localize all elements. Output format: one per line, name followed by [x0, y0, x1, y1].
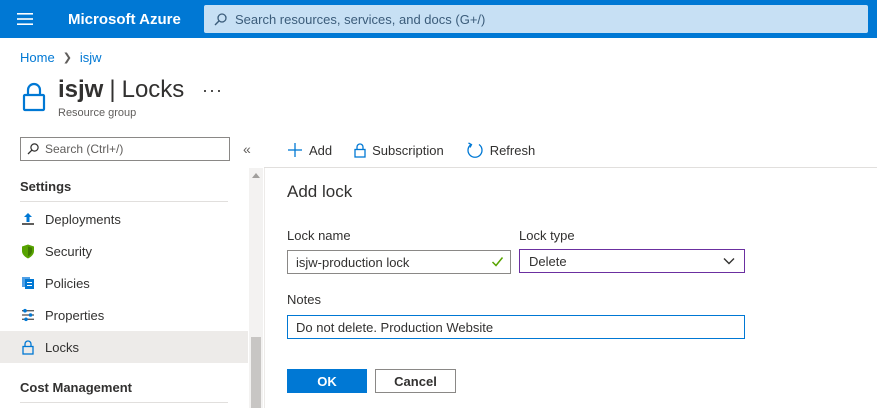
add-button[interactable]: Add: [283, 140, 336, 160]
lock-type-select[interactable]: Delete: [519, 249, 745, 273]
brand-title[interactable]: Microsoft Azure: [68, 11, 204, 28]
lock-icon: [22, 82, 46, 112]
shield-icon: [20, 243, 36, 259]
sidebar-search[interactable]: [20, 137, 230, 161]
breadcrumb: Home ❯ isjw: [20, 50, 102, 65]
add-lock-panel: Add lock Lock name Lock type Delete Note…: [264, 168, 877, 408]
sidebar-item-label: Deployments: [45, 211, 121, 227]
chevron-down-icon: [723, 258, 735, 265]
notes-label: Notes: [287, 292, 321, 307]
add-lock-title: Add lock: [287, 182, 353, 201]
lock-icon: [20, 339, 36, 355]
lock-icon: [354, 142, 366, 158]
section-divider: [20, 201, 228, 202]
refresh-icon: [466, 141, 484, 159]
notes-input[interactable]: [296, 319, 744, 335]
sidebar-item-label: Locks: [45, 339, 79, 355]
page-name: Locks: [121, 76, 185, 103]
lock-name-label: Lock name: [287, 228, 351, 243]
scroll-up-arrow-icon[interactable]: [252, 173, 260, 178]
more-options-button[interactable]: ···: [202, 80, 223, 101]
notes-field[interactable]: [287, 315, 745, 339]
breadcrumb-resource[interactable]: isjw: [80, 50, 102, 65]
search-icon: [214, 12, 227, 25]
section-divider: [20, 402, 228, 403]
section-cost-management: Cost Management: [20, 380, 132, 395]
lock-type-label: Lock type: [519, 228, 575, 243]
command-bar: Add Subscription Refresh: [283, 136, 553, 164]
sidebar-scrollbar-thumb[interactable]: [251, 337, 261, 408]
refresh-button[interactable]: Refresh: [462, 139, 540, 161]
deployments-icon: [20, 211, 36, 227]
sidebar-item-label: Security: [45, 243, 92, 259]
sidebar-item-label: Policies: [45, 275, 90, 291]
checkmark-icon: [491, 257, 504, 267]
refresh-button-label: Refresh: [489, 142, 536, 158]
title-separator: |: [109, 76, 116, 103]
chevron-right-icon: ❯: [62, 52, 72, 64]
section-settings: Settings: [20, 179, 72, 194]
cancel-button[interactable]: Cancel: [375, 369, 456, 393]
collapse-sidebar-button[interactable]: «: [243, 141, 251, 157]
lock-name-field[interactable]: [287, 250, 511, 274]
resource-name: isjw: [58, 76, 104, 103]
properties-icon: [20, 307, 36, 323]
sidebar-item-properties[interactable]: Properties: [0, 299, 248, 331]
sidebar-item-locks[interactable]: Locks: [0, 331, 248, 363]
add-button-label: Add: [309, 142, 333, 158]
global-search-input[interactable]: [235, 11, 835, 27]
hamburger-icon: [17, 13, 33, 25]
sidebar-item-label: Properties: [45, 307, 105, 323]
menu-button[interactable]: [0, 0, 50, 38]
sidebar-item-security[interactable]: Security: [0, 235, 248, 267]
subscription-button[interactable]: Subscription: [350, 141, 448, 160]
lock-name-input[interactable]: [296, 254, 510, 270]
sidebar-item-deployments[interactable]: Deployments: [0, 203, 248, 235]
breadcrumb-home[interactable]: Home: [20, 50, 55, 65]
policies-icon: [20, 275, 36, 291]
top-bar: Microsoft Azure: [0, 0, 877, 38]
sidebar-search-input[interactable]: [45, 142, 215, 156]
search-icon: [27, 143, 39, 155]
plus-icon: [287, 142, 303, 158]
sidebar-item-policies[interactable]: Policies: [0, 267, 248, 299]
global-search[interactable]: [204, 5, 868, 33]
ok-button[interactable]: OK: [287, 369, 367, 393]
page-title: isjw | Locks: [58, 76, 184, 104]
subscription-button-label: Subscription: [372, 142, 444, 158]
page-subtitle: Resource group: [58, 107, 137, 119]
lock-type-value: Delete: [529, 253, 567, 269]
